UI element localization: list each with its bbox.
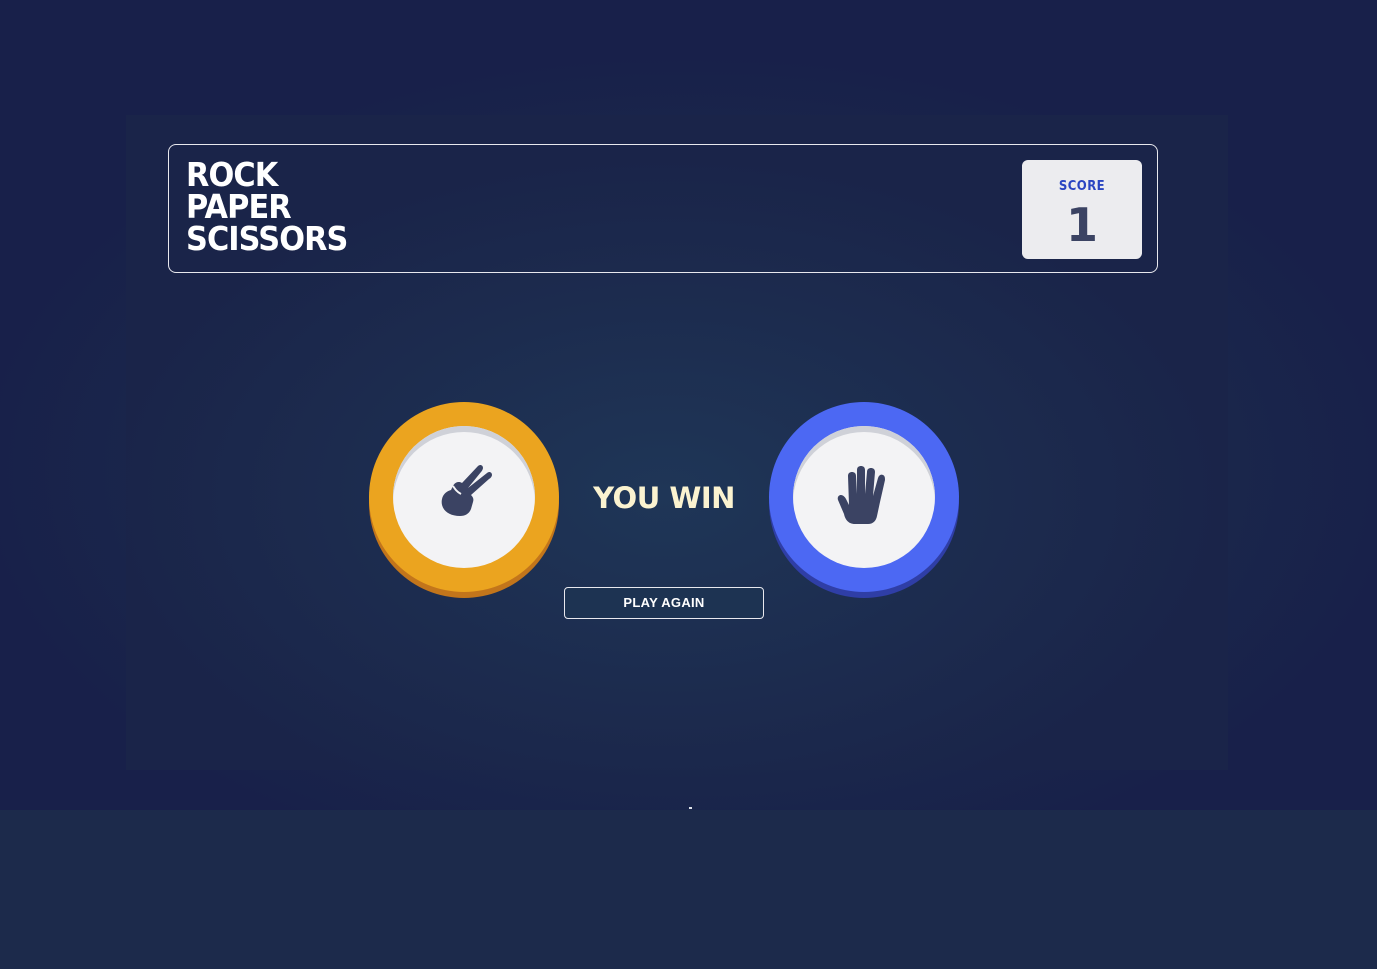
paper-hand-icon	[837, 466, 885, 524]
footer-mark	[689, 807, 692, 809]
player-pick-token	[369, 402, 559, 592]
game-title: ROCK PAPER SCISSORS	[186, 158, 348, 258]
score-label: SCORE	[1058, 179, 1106, 194]
title-line-scissors: SCISSORS	[186, 219, 348, 258]
player-pick-inner	[393, 426, 535, 568]
header: ROCK PAPER SCISSORS SCORE 1	[168, 144, 1158, 273]
result-text: YOU WIN	[593, 481, 735, 515]
play-again-button[interactable]: PLAY AGAIN	[564, 587, 764, 619]
scissors-hand-icon	[441, 464, 492, 516]
house-pick-token	[769, 402, 959, 592]
score-box: SCORE 1	[1022, 160, 1142, 259]
score-value: 1	[1065, 198, 1098, 252]
house-pick-inner	[793, 426, 935, 568]
